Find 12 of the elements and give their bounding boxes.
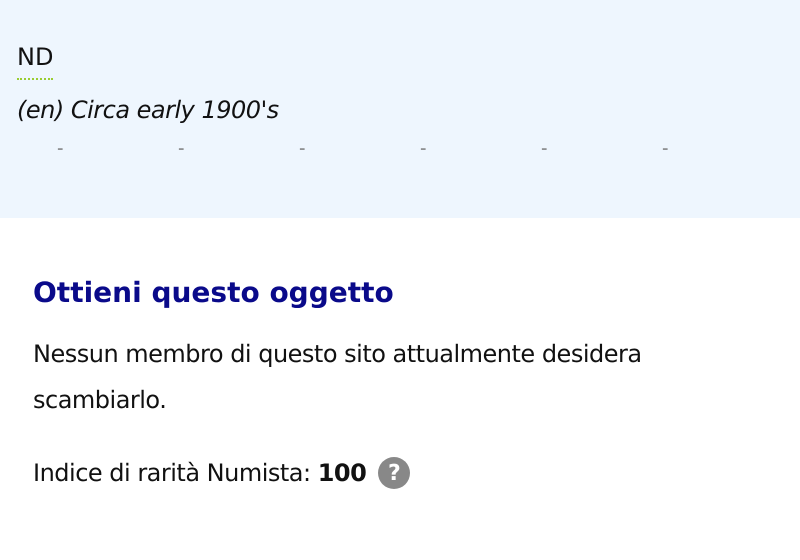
empty-value: - xyxy=(178,138,186,159)
section-title: Ottieni questo oggetto xyxy=(33,275,395,311)
empty-value: - xyxy=(420,138,428,159)
section-text: Nessun membro di questo sito attualmente desidera scambiarlo. xyxy=(33,339,643,416)
empty-value: - xyxy=(299,138,306,159)
empty-value: - xyxy=(662,138,670,159)
date-abbreviation: ND xyxy=(17,42,54,80)
description-text: (en) Circa early 1900's xyxy=(17,95,280,126)
rarity-index: Indice di rarità Numista: 100 xyxy=(33,459,366,487)
empty-value: - xyxy=(541,138,548,159)
help-icon[interactable]: ? xyxy=(378,457,410,489)
empty-value: - xyxy=(57,138,64,159)
